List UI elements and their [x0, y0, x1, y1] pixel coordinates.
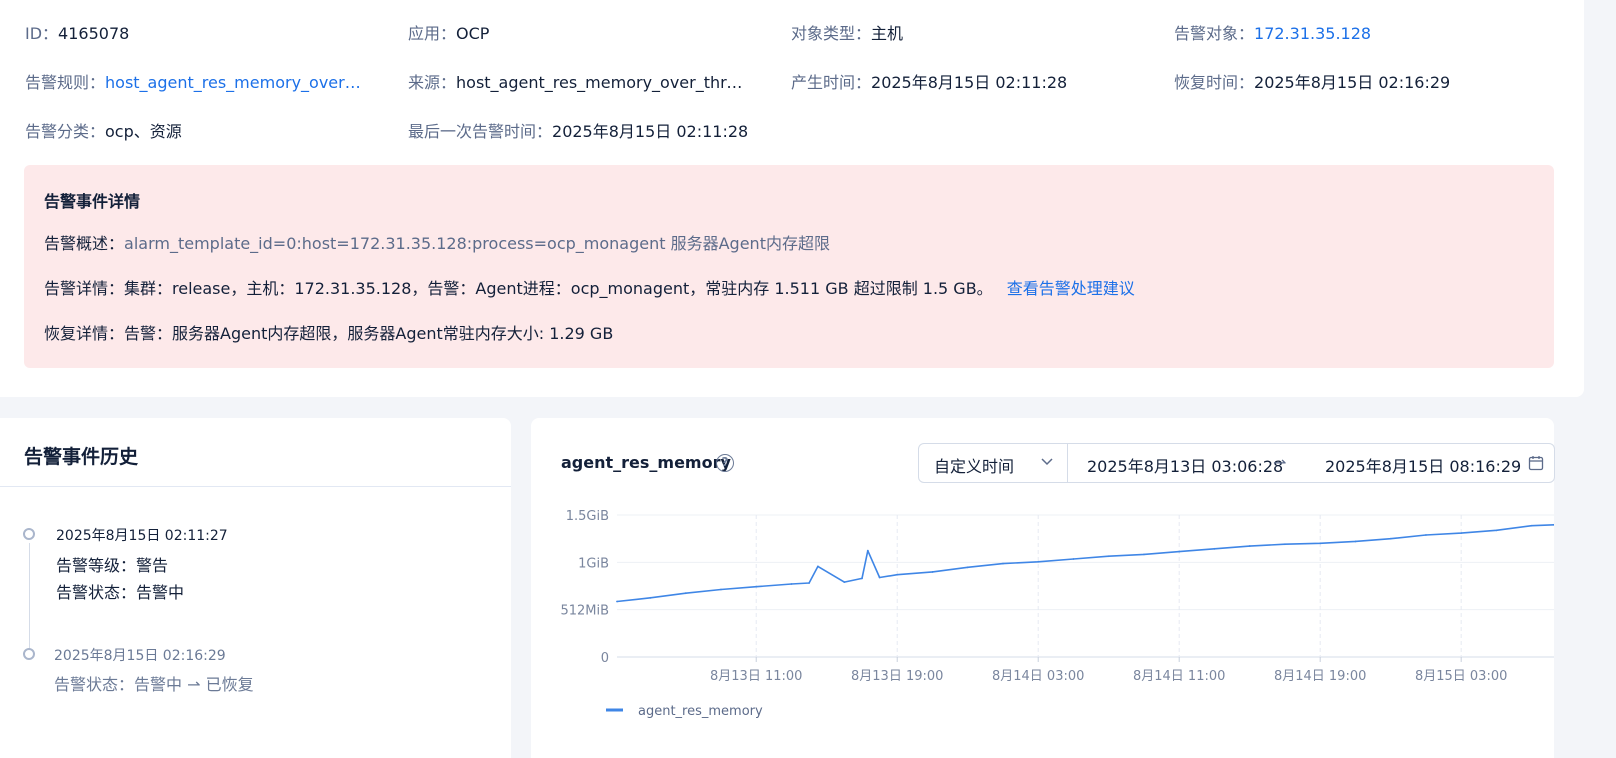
data-point: [616, 600, 618, 603]
data-point: [931, 571, 934, 573]
data-point: [790, 583, 793, 585]
history-title: 告警事件历史: [24, 446, 139, 468]
data-point: [1002, 562, 1004, 565]
memory-line-chart: 1.5GiB 1GiB 512MiB 0 8月13日 11:00 8月13日 19:00 8…: [560, 509, 1554, 719]
info-rule: 告警规则：host_agent_res_memory_over_t...: [25, 72, 364, 94]
data-point: [1495, 529, 1498, 532]
event-time: 2025年8月15日 02:11:27: [56, 528, 228, 544]
info-object-type: 对象类型：主机: [791, 24, 904, 43]
info-category: 告警分类：ocp、资源: [25, 122, 182, 141]
y-tick-label: 1.5GiB: [566, 509, 609, 524]
x-tick-label: 8月13日 11:00: [710, 669, 802, 684]
alarm-detail-title: 告警事件详情: [44, 192, 141, 211]
data-point: [1389, 537, 1392, 540]
data-point: [1037, 560, 1040, 563]
info-app: 应用：OCP: [408, 24, 490, 43]
info-alarm-target: 告警对象：172.31.35.128: [1174, 24, 1372, 43]
event-level: 告警等级：警告: [56, 556, 169, 575]
info-source: 来源：host_agent_res_memory_over_thres...: [408, 73, 747, 92]
x-tick-label: 8月13日 19:00: [851, 669, 943, 684]
alarm-detail-box: 告警事件详情 告警概述：alarm_template_id=0:host=172…: [24, 165, 1554, 368]
view-suggestion-link[interactable]: 查看告警处理建议: [1007, 279, 1135, 298]
y-tick-label: 512MiB: [560, 604, 609, 619]
legend-label: agent_res_memory: [638, 704, 763, 719]
recovery-detail: 恢复详情：告警：服务器Agent内存超限，服务器Agent常驻内存大小: 1.2…: [44, 324, 614, 343]
data-point: [1354, 540, 1357, 543]
data-point: [1284, 543, 1286, 546]
x-tick-label: 8月15日 03:00: [1415, 669, 1507, 684]
event-status: 告警状态：告警中 ⇀ 已恢复: [54, 675, 254, 694]
data-point: [1143, 553, 1145, 556]
data-point: [896, 573, 899, 576]
data-point: [861, 577, 863, 580]
y-tick-label: 0: [601, 651, 609, 666]
alarm-target-link[interactable]: 172.31.35.128: [1254, 24, 1371, 43]
data-point: [755, 585, 758, 588]
data-point: [878, 576, 881, 579]
event-status: 告警状态：告警中: [56, 583, 185, 602]
timeline-dot-icon: [23, 528, 35, 540]
series-line: [616, 524, 1554, 603]
event-time: 2025年8月15日 02:16:29: [54, 648, 226, 664]
data-point: [1213, 547, 1216, 550]
data-point: [817, 565, 819, 568]
x-tick-label: 8月14日 03:00: [992, 669, 1084, 684]
y-tick-label: 1GiB: [578, 556, 609, 571]
x-tick-label: 8月14日 19:00: [1274, 669, 1366, 684]
data-point: [649, 596, 652, 599]
alarm-history-card: 告警事件历史 2025年8月15日 02:11:27 告警等级：警告 告警状态：…: [0, 418, 511, 758]
alarm-rule-link[interactable]: host_agent_res_memory_over_t...: [105, 72, 363, 94]
info-id: ID：4165078: [25, 24, 130, 43]
alarm-summary: 告警概述：alarm_template_id=0:host=172.31.35.…: [44, 234, 830, 253]
data-point: [1107, 555, 1110, 558]
data-point: [720, 588, 722, 591]
history-divider: [0, 486, 511, 487]
info-recovered-at: 恢复时间：2025年8月15日 02:16:29: [1174, 73, 1451, 92]
data-point: [1530, 524, 1533, 527]
info-last-alarm: 最后一次告警时间：2025年8月15日 02:11:28: [408, 122, 749, 141]
data-point: [1425, 534, 1427, 536]
data-point: [1319, 542, 1322, 545]
data-point: [843, 581, 846, 584]
alarm-detail: 告警详情：集群：release，主机：172.31.35.128，告警：Agen…: [44, 279, 1135, 298]
timeline-line: [29, 543, 30, 653]
data-point: [684, 592, 687, 595]
data-point: [1072, 558, 1075, 560]
alarm-info-card: ID：4165078 应用：OCP 对象类型：主机 告警对象：172.31.35…: [0, 0, 1584, 397]
data-point: [1248, 545, 1251, 547]
data-point: [808, 582, 810, 584]
data-point: [1178, 550, 1181, 553]
data-point: [966, 566, 969, 569]
data-point: [1460, 532, 1463, 535]
metric-chart-card: agent_res_memory ? 自定义时间 2025年8月13日 03:0…: [531, 418, 1555, 758]
timeline-dot-icon: [23, 648, 35, 660]
data-point: [866, 549, 869, 552]
info-created-at: 产生时间：2025年8月15日 02:11:28: [791, 73, 1068, 92]
x-tick-label: 8月14日 11:00: [1133, 669, 1225, 684]
